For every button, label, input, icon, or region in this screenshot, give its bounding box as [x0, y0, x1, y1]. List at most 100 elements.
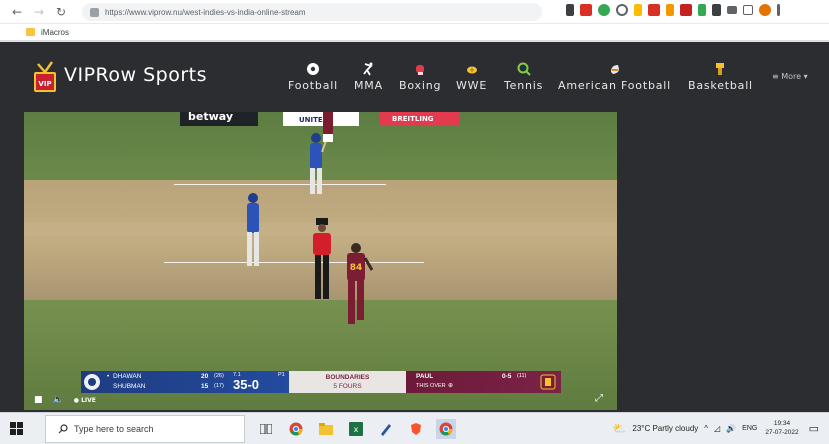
- hamburger-icon: ≡: [772, 72, 782, 81]
- chevron-up-icon[interactable]: ^: [704, 424, 708, 433]
- avatar[interactable]: [759, 4, 771, 16]
- ad-board: betway: [180, 112, 258, 126]
- site-left-margin: [0, 42, 24, 412]
- stop-icon[interactable]: ■: [34, 395, 43, 405]
- india-logo-icon: [84, 374, 100, 390]
- viprow-logo-icon[interactable]: VIP: [32, 60, 58, 94]
- bowler-figures: 0-5: [502, 373, 512, 380]
- extension-icon[interactable]: [698, 4, 706, 16]
- bookmark-imacros[interactable]: iMacros: [41, 28, 69, 37]
- nav-football[interactable]: Football: [288, 62, 338, 92]
- caret-down-icon: ▾: [801, 72, 808, 81]
- extension-icon[interactable]: [680, 4, 692, 16]
- west-indies-logo-icon: [540, 374, 556, 390]
- clock[interactable]: 19:34 27-07-2022: [765, 419, 798, 437]
- bowler-name: PAUL: [416, 373, 434, 380]
- extension-icon[interactable]: [634, 4, 642, 16]
- crease-line: [164, 262, 424, 263]
- task-view-icon[interactable]: [256, 419, 276, 439]
- window-icon[interactable]: [743, 5, 753, 15]
- fullscreen-icon[interactable]: ⤢: [595, 393, 603, 404]
- taskbar-search-input[interactable]: Type here to search: [45, 415, 245, 443]
- crease-line: [174, 184, 386, 185]
- notification-icon[interactable]: ▭: [809, 422, 819, 435]
- live-label: LIVE: [81, 396, 96, 404]
- keeper-figure: [323, 112, 333, 142]
- language-indicator[interactable]: ENG: [742, 425, 757, 432]
- brand-title[interactable]: VIPRow Sports: [64, 64, 207, 86]
- chrome-icon[interactable]: [286, 419, 306, 439]
- folder-icon: [26, 28, 35, 36]
- bookmarks-bar: iMacros: [0, 24, 829, 41]
- wwe-icon: [466, 66, 477, 74]
- batter2-score: 15: [201, 383, 209, 390]
- search-placeholder: Type here to search: [74, 424, 154, 434]
- network-icon[interactable]: ◿: [714, 424, 720, 433]
- chrome-active-icon[interactable]: [436, 419, 456, 439]
- extension-icon[interactable]: [616, 4, 628, 16]
- notepad-icon[interactable]: [376, 419, 396, 439]
- nav-label: MMA: [354, 79, 383, 92]
- weather-text[interactable]: 23°C Partly cloudy: [632, 424, 698, 433]
- sidebar-panel: [617, 112, 829, 410]
- menu-icon[interactable]: [777, 4, 780, 16]
- football-icon: [306, 63, 319, 75]
- search-icon: [58, 424, 68, 434]
- speaker-icon[interactable]: 🔊: [726, 424, 736, 433]
- volume-icon[interactable]: 🔈: [53, 395, 64, 405]
- innings-label: P1: [278, 372, 285, 378]
- nav-basketball[interactable]: Basketball: [688, 62, 753, 92]
- back-icon[interactable]: ←: [8, 3, 26, 21]
- non-striker-figure: [247, 193, 259, 266]
- more-menu[interactable]: ≡ More ▾: [772, 72, 808, 81]
- url-field[interactable]: https://www.viprow.nu/west-indies-vs-ind…: [82, 3, 542, 21]
- boundaries-title: BOUNDARIES: [325, 374, 370, 381]
- windows-start-icon[interactable]: [10, 422, 24, 436]
- nav-label: Tennis: [504, 79, 544, 92]
- extension-icon[interactable]: [666, 4, 674, 16]
- basketball-icon: [716, 63, 725, 75]
- nav-label: Basketball: [688, 79, 753, 92]
- playlist-icon[interactable]: [727, 6, 737, 14]
- brave-icon[interactable]: [406, 419, 426, 439]
- svg-text:VIP: VIP: [38, 80, 51, 88]
- nav-label: American Football: [558, 79, 671, 92]
- taskbar-apps: x: [256, 419, 456, 439]
- nav-tennis[interactable]: Tennis: [504, 62, 543, 92]
- batter1-score: 20: [201, 373, 209, 380]
- live-dot-icon: ●: [73, 396, 82, 404]
- extension-icon[interactable]: [566, 4, 574, 16]
- batter2-balls: (17): [214, 383, 224, 389]
- video-controls: ■ 🔈 ● LIVE ⤢: [24, 390, 617, 410]
- batter1-balls: (26): [214, 373, 224, 379]
- nav-american-football[interactable]: American Football: [558, 62, 671, 92]
- weather-icon[interactable]: ⛅: [613, 422, 627, 435]
- bowler-balls: (11): [517, 373, 527, 379]
- site-header: VIP VIPRow Sports Football MMA Boxing WW…: [24, 42, 829, 112]
- nav-mma[interactable]: MMA: [354, 62, 383, 92]
- video-player[interactable]: betway UNITED BREITLING 84 • DHAWAN SHUB…: [24, 112, 617, 410]
- this-over-label: THIS OVER: [416, 383, 446, 389]
- more-label: More: [781, 72, 802, 81]
- file-explorer-icon[interactable]: [316, 419, 336, 439]
- batter1-name: DHAWAN: [113, 373, 142, 380]
- mma-icon: [363, 62, 374, 76]
- extension-icon[interactable]: [598, 4, 610, 16]
- clock-date: 27-07-2022: [765, 429, 799, 436]
- forward-icon[interactable]: →: [30, 3, 48, 21]
- nav-label: WWE: [456, 79, 488, 92]
- extension-icons: [566, 4, 780, 16]
- reload-icon[interactable]: ↻: [52, 3, 70, 21]
- windows-taskbar: Type here to search x ⛅ 23°C Partly clou…: [0, 412, 829, 444]
- extension-icon[interactable]: [648, 4, 660, 16]
- excel-icon[interactable]: x: [346, 419, 366, 439]
- extension-icon[interactable]: [580, 4, 592, 16]
- extension-icon[interactable]: [712, 4, 721, 16]
- batter1-marker-icon: •: [107, 373, 110, 380]
- ad-board: BREITLING: [380, 112, 460, 126]
- nav-boxing[interactable]: Boxing: [399, 62, 441, 92]
- this-over-icon: ⊕: [448, 383, 454, 389]
- address-bar: ← → ↻ https://www.viprow.nu/west-indies-…: [0, 0, 829, 24]
- umpire-figure: [313, 218, 331, 299]
- nav-wwe[interactable]: WWE: [456, 62, 487, 92]
